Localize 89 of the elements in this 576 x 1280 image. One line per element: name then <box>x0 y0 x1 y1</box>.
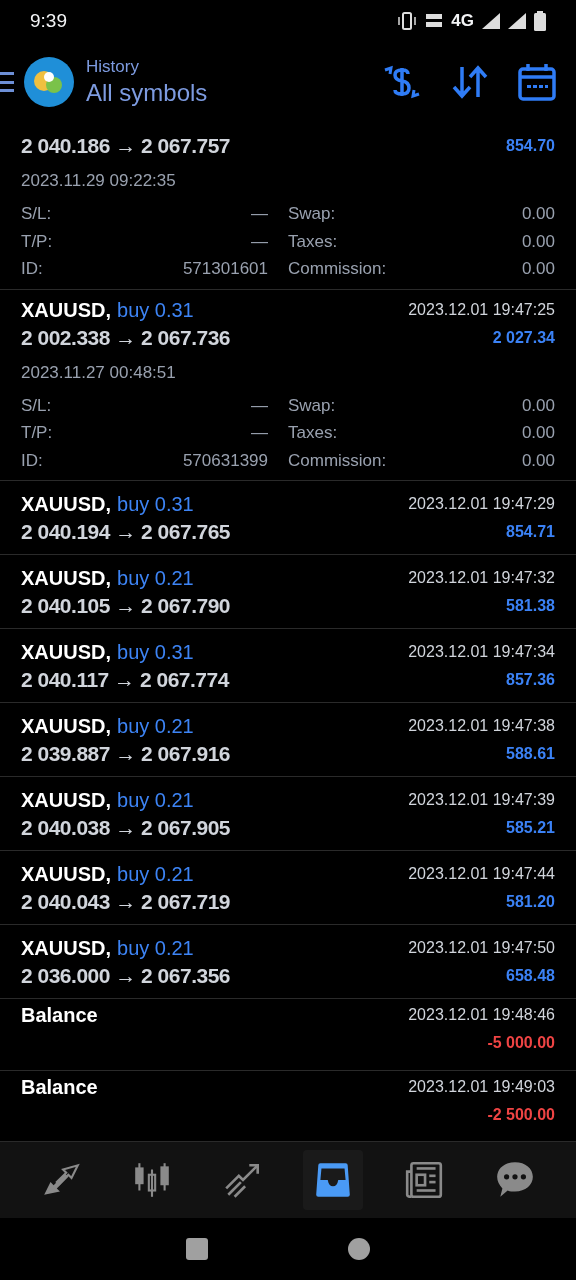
balance-label: Balance <box>21 1003 98 1029</box>
close-time: 2023.12.01 19:47:34 <box>408 641 555 662</box>
open-time: 2023.11.27 00:48:51 <box>21 362 177 385</box>
profit-value: -2 500.00 <box>487 1104 555 1125</box>
trade-side: buy 0.21 <box>117 787 194 813</box>
detail-label: Taxes: <box>288 230 338 253</box>
detail-value: — <box>251 422 268 445</box>
detail-value: 0.00 <box>521 449 555 472</box>
network-type: 4G <box>451 10 474 33</box>
trade-side: buy 0.31 <box>117 491 194 517</box>
detail-value: 0.00 <box>521 258 555 281</box>
symbol-label: XAUUSD, <box>21 787 111 813</box>
price-range: 2 040.194 → 2 067.765 <box>21 518 230 545</box>
profit-value: 588.61 <box>506 743 555 764</box>
price-range: 2 040.105 → 2 067.790 <box>21 592 230 619</box>
price-range: 2 002.338 → 2 067.736 <box>21 325 230 352</box>
clock: 9:39 <box>30 8 67 33</box>
signal-icon <box>508 13 526 29</box>
detail-label: ID: <box>21 449 43 472</box>
vibrate-icon <box>397 12 418 30</box>
symbol-label: XAUUSD, <box>21 639 111 665</box>
signal-icon <box>482 13 500 29</box>
profit-value: -5 000.00 <box>487 1033 555 1054</box>
app-logo-icon <box>24 57 74 107</box>
trade-side: buy 0.31 <box>117 298 194 324</box>
close-time: 2023.12.01 19:47:50 <box>408 937 555 958</box>
profit-value: 581.38 <box>506 595 555 616</box>
calendar-icon[interactable] <box>518 63 556 101</box>
symbol-label: XAUUSD, <box>21 491 111 517</box>
symbol-label: XAUUSD, <box>21 713 111 739</box>
detail-label: Taxes: <box>288 422 338 445</box>
price-range: 2 040.117 → 2 067.774 <box>21 666 229 693</box>
menu-icon[interactable] <box>0 72 16 92</box>
balance-label: Balance <box>21 1074 98 1100</box>
detail-value: 0.00 <box>521 422 555 445</box>
price-range: 2 040.038 → 2 067.905 <box>21 814 230 841</box>
nav-tab[interactable] <box>303 1150 364 1210</box>
symbol-label: XAUUSD, <box>21 298 111 324</box>
detail-value: — <box>251 230 268 253</box>
trade-side: buy 0.31 <box>117 639 194 665</box>
trade-side: buy 0.21 <box>117 861 194 887</box>
close-time: 2023.12.01 19:48:46 <box>408 1005 555 1026</box>
detail-label: S/L: <box>21 202 52 225</box>
symbol-label: XAUUSD, <box>21 935 111 961</box>
profit-value: 585.21 <box>506 817 555 838</box>
close-time: 2023.12.01 19:49:03 <box>408 1076 555 1097</box>
profit-value: 581.20 <box>506 891 555 912</box>
detail-value: 0.00 <box>521 230 555 253</box>
profit-value: 854.71 <box>506 521 555 542</box>
close-time: 2023.12.01 19:47:38 <box>408 715 555 736</box>
detail-value: 0.00 <box>521 394 555 417</box>
detail-label: Swap: <box>288 202 336 225</box>
detail-value: 570631399 <box>182 449 268 472</box>
close-time: 2023.12.01 19:47:32 <box>408 567 555 588</box>
detail-label: S/L: <box>21 394 52 417</box>
profit-value: 857.36 <box>506 669 555 690</box>
screen-title: All symbols <box>86 78 208 108</box>
close-time: 2023.12.01 19:47:44 <box>408 863 555 884</box>
price-range: 2 040.186 → 2 067.757 <box>21 133 230 160</box>
detail-value: 571301601 <box>182 258 268 281</box>
symbol-label: XAUUSD, <box>21 565 111 591</box>
close-time: 2023.12.01 19:47:25 <box>408 300 555 321</box>
detail-label: Commission: <box>288 449 387 472</box>
close-time: 2023.12.01 19:47:29 <box>408 493 555 514</box>
sort-icon[interactable] <box>452 65 488 99</box>
profit-value: 854.70 <box>506 136 555 156</box>
currency-exchange-icon[interactable] <box>382 64 422 100</box>
detail-value: 0.00 <box>521 202 555 225</box>
detail-label: Swap: <box>288 394 336 417</box>
detail-label: ID: <box>21 258 43 281</box>
trade-side: buy 0.21 <box>117 713 194 739</box>
trade-side: buy 0.21 <box>117 935 194 961</box>
open-time: 2023.11.29 09:22:35 <box>21 170 177 192</box>
price-range: 2 039.887 → 2 067.916 <box>21 740 230 767</box>
detail-label: Commission: <box>288 258 387 281</box>
profit-value: 658.48 <box>506 965 555 986</box>
symbol-label: XAUUSD, <box>21 861 111 887</box>
home-button[interactable] <box>348 1238 370 1260</box>
screen-subtitle: History <box>86 56 140 78</box>
price-range: 2 040.043 → 2 067.719 <box>21 888 230 915</box>
detail-label: T/P: <box>21 422 53 445</box>
price-range: 2 036.000 → 2 067.356 <box>21 962 230 989</box>
trade-side: buy 0.21 <box>117 565 194 591</box>
profit-value: 2 027.34 <box>492 328 555 349</box>
detail-value: — <box>251 202 268 225</box>
detail-label: T/P: <box>21 230 53 253</box>
battery-icon <box>534 11 546 31</box>
close-time: 2023.12.01 19:47:39 <box>408 789 555 810</box>
detail-value: — <box>251 394 268 417</box>
